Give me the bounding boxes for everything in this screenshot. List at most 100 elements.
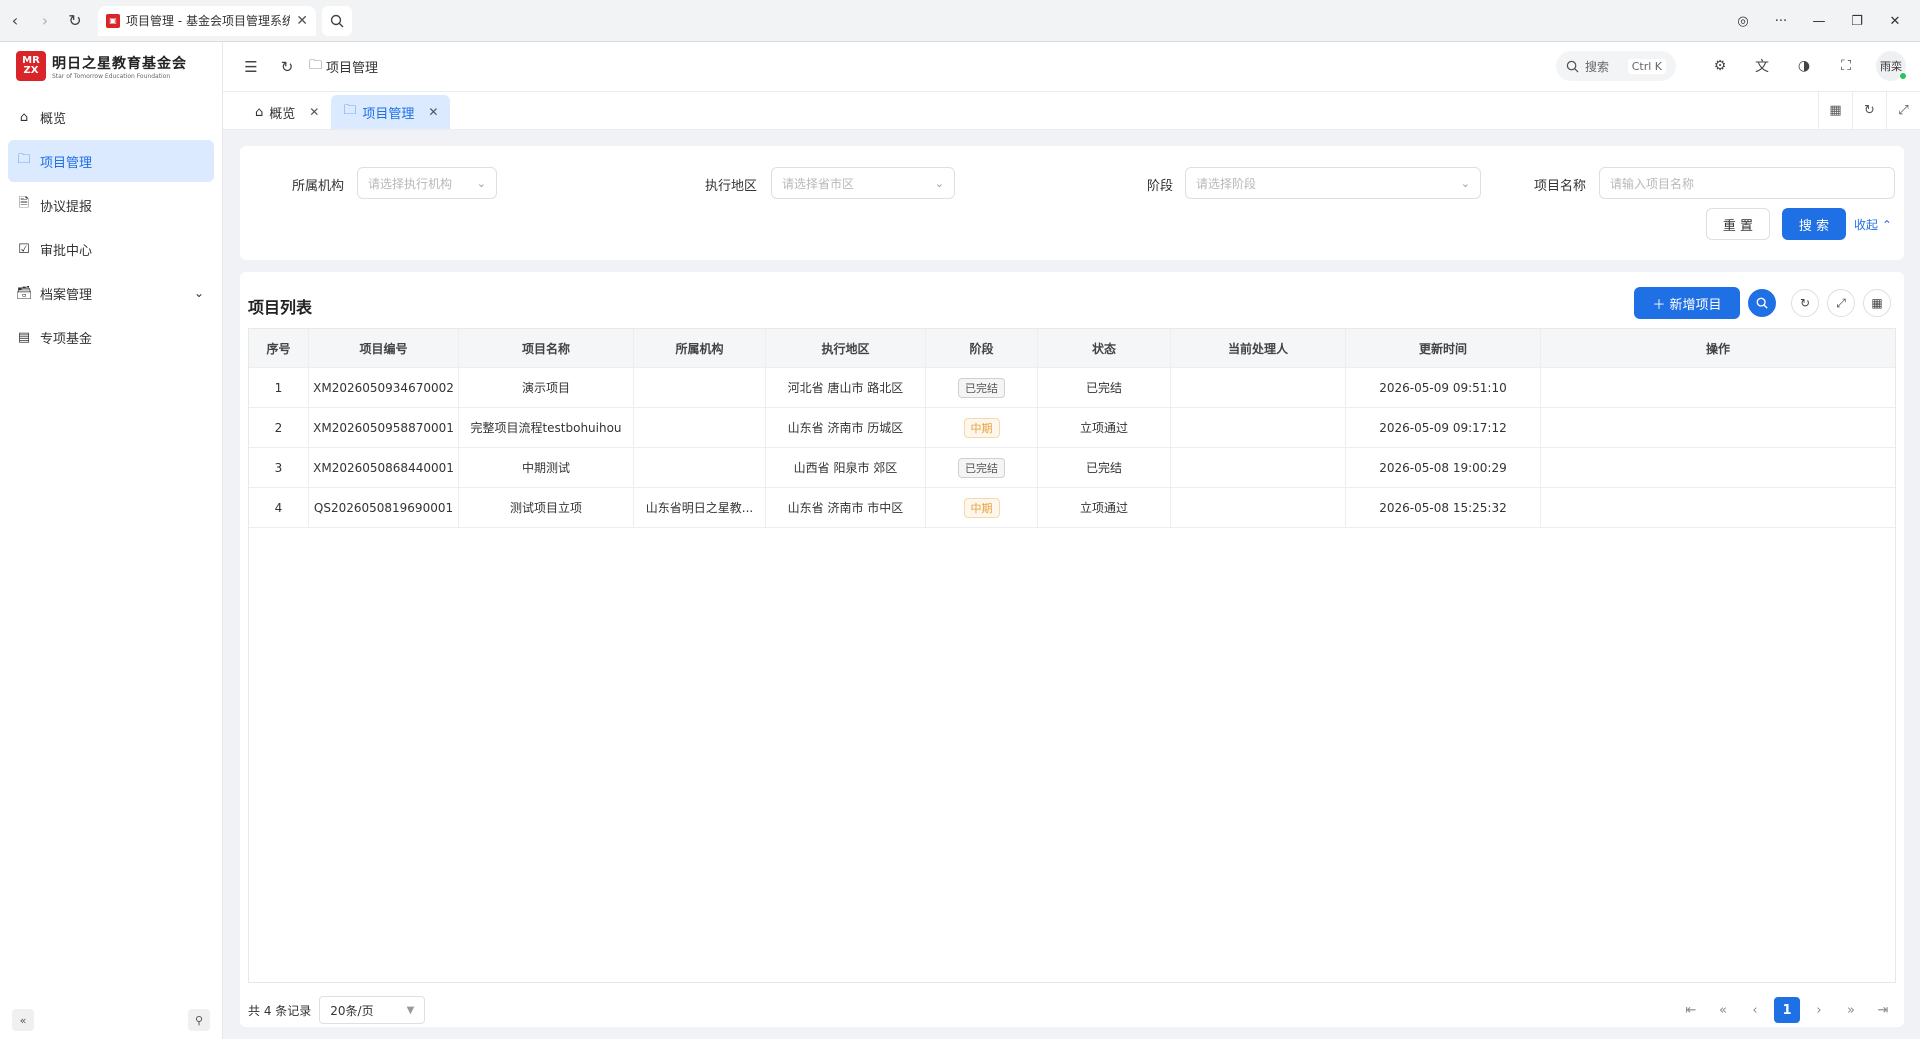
stage-badge: 已完结 [958, 377, 1005, 398]
column-settings-icon[interactable]: ▦ [1863, 289, 1891, 317]
reset-button[interactable]: 重 置 [1706, 208, 1770, 240]
table-cell-area: 山西省 阳泉市 郊区 [766, 448, 926, 487]
chevron-down-icon: ⌄ [1460, 176, 1470, 190]
minimize-icon[interactable]: — [1804, 6, 1834, 36]
table-cell-time: 2026-05-09 09:17:12 [1346, 408, 1541, 447]
logo[interactable]: MR ZX 明日之星教育基金会 Star of Tomorrow Educati… [0, 42, 222, 90]
clipboard-check-icon: ☑ [18, 241, 30, 257]
column-header: 阶段 [926, 329, 1038, 367]
table-cell-name: 测试项目立项 [459, 488, 634, 527]
refresh-table-icon[interactable]: ↻ [1791, 289, 1819, 317]
page-size-select[interactable]: 20条/页 ▼ [319, 996, 426, 1024]
table-row[interactable]: 1 XM2026050934670002 演示项目 河北省 唐山市 路北区 已完结 已完结… [249, 368, 1895, 408]
sidebar-item-approvals[interactable]: ☑ 审批中心 [8, 228, 214, 270]
theme-icon[interactable]: ◑ [1790, 52, 1818, 80]
table-cell-handler [1171, 368, 1346, 407]
tab-search-icon[interactable] [322, 5, 352, 36]
home-icon: ⌂ [255, 104, 264, 120]
column-header: 状态 [1038, 329, 1171, 367]
browser-tab[interactable]: ▣ 项目管理 - 基金会项目管理系统 ✕ [98, 5, 316, 36]
table-cell-area: 山东省 济南市 历城区 [766, 408, 926, 447]
sidebar-item-special-funds[interactable]: ▤ 专项基金 [8, 316, 214, 358]
collapse-sidebar-icon[interactable]: « [12, 1009, 34, 1031]
forward-icon[interactable]: › [30, 6, 60, 36]
plus-icon: ＋ [1652, 297, 1666, 313]
search-toggle-icon[interactable] [1748, 289, 1776, 317]
grid-icon[interactable]: ▦ [1818, 92, 1852, 129]
global-search[interactable]: 搜索 Ctrl K [1556, 51, 1676, 81]
chevron-down-icon: ⌄ [934, 176, 944, 190]
table-cell-stage: 中期 [926, 488, 1038, 527]
org-select[interactable]: 请选择执行机构 ⌄ [357, 167, 497, 199]
column-header: 更新时间 [1346, 329, 1541, 367]
tab-projects[interactable]: 🗀 项目管理 ✕ [331, 95, 451, 129]
sidebar: MR ZX 明日之星教育基金会 Star of Tomorrow Educati… [0, 42, 223, 1039]
sidebar-item-label: 审批中心 [40, 243, 93, 259]
collapse-link[interactable]: 收起 ⌃ [1854, 216, 1892, 233]
stage-select[interactable]: 请选择阶段 ⌄ [1185, 167, 1481, 199]
prev-group-icon[interactable]: « [1710, 997, 1736, 1023]
table-cell-seq: 3 [249, 448, 309, 487]
tab-overview[interactable]: ⌂ 概览 ✕ [243, 95, 331, 129]
name-input-placeholder: 请输入项目名称 [1610, 176, 1695, 191]
maximize-icon[interactable]: ⤢ [1886, 92, 1920, 129]
close-icon[interactable]: ✕ [428, 105, 438, 119]
table-cell-org [634, 368, 766, 407]
last-page-icon[interactable]: ⇥ [1870, 997, 1896, 1023]
stage-filter-label: 阶段 [1147, 179, 1174, 194]
name-filter-label: 项目名称 [1534, 179, 1587, 194]
menu-toggle-icon[interactable]: ☰ [237, 53, 265, 81]
fullscreen-icon[interactable]: ⛶ [1832, 52, 1860, 80]
close-icon[interactable]: ✕ [296, 13, 308, 29]
page-number[interactable]: 1 [1774, 997, 1800, 1023]
archive-icon: 🗃 [16, 285, 33, 301]
search-button[interactable]: 搜 索 [1782, 208, 1846, 240]
back-icon[interactable]: ‹ [0, 6, 30, 36]
name-input[interactable]: 请输入项目名称 [1599, 167, 1895, 199]
breadcrumb-item[interactable]: 项目管理 [326, 57, 378, 76]
area-filter-label: 执行地区 [705, 179, 758, 194]
translate-icon[interactable]: 文 [1748, 52, 1776, 80]
add-project-button[interactable]: ＋ 新增项目 [1634, 287, 1740, 319]
first-page-icon[interactable]: ⇤ [1678, 997, 1704, 1023]
column-header: 序号 [249, 329, 309, 367]
table-cell-status: 立项通过 [1038, 488, 1171, 527]
table-cell-actions [1541, 408, 1895, 447]
refresh-icon[interactable]: ↻ [273, 53, 301, 81]
sidebar-item-overview[interactable]: ⌂ 概览 [8, 96, 214, 138]
table-cell-name: 中期测试 [459, 448, 634, 487]
sidebar-item-agreements[interactable]: 🗎 协议提报 [8, 184, 214, 226]
tab-label: 项目管理 [362, 106, 415, 122]
settings-icon[interactable]: ⚙ [1706, 52, 1734, 80]
table-cell-org [634, 408, 766, 447]
pin-icon[interactable]: ⚲ [188, 1009, 210, 1031]
stage-badge: 中期 [963, 497, 1000, 518]
next-page-icon[interactable]: › [1806, 997, 1832, 1023]
prev-page-icon[interactable]: ‹ [1742, 997, 1768, 1023]
avatar[interactable]: 雨栾 [1876, 51, 1907, 81]
pagination: 共 4 条记录 20条/页 ▼ ⇤ « ‹ 1 › » ⇥ [248, 996, 1896, 1024]
table-row[interactable]: 4 QS2026050819690001 测试项目立项 山东省明日之星教... 山东省 … [249, 488, 1895, 528]
area-select[interactable]: 请选择省市区 ⌄ [771, 167, 955, 199]
table-cell-status: 已完结 [1038, 448, 1171, 487]
table-row[interactable]: 3 XM2026050868440001 中期测试 山西省 阳泉市 郊区 已完结 已完结 2… [249, 448, 1895, 488]
folder-icon: 🗀 [343, 103, 357, 118]
reload-icon[interactable]: ↻ [60, 6, 90, 36]
add-project-label: 新增项目 [1669, 297, 1722, 313]
more-icon[interactable]: ··· [1766, 6, 1796, 36]
table-cell-code: XM2026050868440001 [309, 448, 459, 487]
window-close-icon[interactable]: ✕ [1880, 6, 1910, 36]
next-group-icon[interactable]: » [1838, 997, 1864, 1023]
close-icon[interactable]: ✕ [309, 105, 319, 119]
fullscreen-table-icon[interactable]: ⤢ [1827, 289, 1855, 317]
table-cell-org [634, 448, 766, 487]
table-cell-seq: 2 [249, 408, 309, 447]
sidebar-item-projects[interactable]: 🗀 项目管理 [8, 140, 214, 182]
table-row[interactable]: 2 XM2026050958870001 完整项目流程testbohuihou 山东省… [249, 408, 1895, 448]
sidebar-item-label: 项目管理 [40, 155, 93, 171]
globe-icon[interactable]: ◎ [1728, 6, 1758, 36]
restore-icon[interactable]: ❐ [1842, 6, 1872, 36]
chevron-down-icon: ⌄ [476, 176, 486, 190]
refresh-tab-icon[interactable]: ↻ [1852, 92, 1886, 129]
sidebar-item-archives[interactable]: 🗃 档案管理 ⌄ [8, 272, 214, 314]
